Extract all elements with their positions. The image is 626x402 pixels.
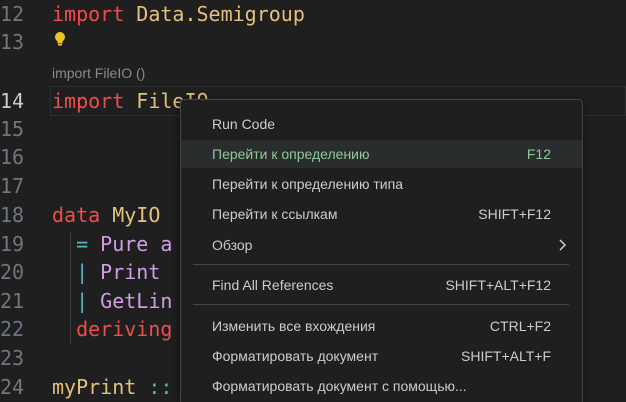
constructor-token: Pure a: [100, 232, 173, 256]
menu-item-label: Перейти к определению: [212, 146, 370, 162]
line-number: 24: [0, 375, 25, 399]
menu-item-run-code[interactable]: Run Code: [181, 110, 582, 138]
menu-item-label: Изменить все вхождения: [212, 318, 376, 334]
code-text[interactable]: | GetLin: [52, 287, 172, 315]
keyword-token: import: [52, 2, 137, 26]
code-text[interactable]: import Data.Semigroup: [52, 0, 305, 28]
menu-item-peek[interactable]: Обзор: [181, 231, 582, 259]
operator-token: ::: [148, 375, 173, 399]
code-text[interactable]: data MyIO: [52, 201, 160, 229]
codelens-hint[interactable]: import FileIO (): [52, 64, 145, 82]
code-text[interactable]: myPrint ::: [52, 373, 172, 401]
line-number: 19: [0, 232, 25, 256]
line-number: 12: [0, 2, 25, 26]
operator-token: =: [52, 232, 101, 256]
code-text[interactable]: = Pure a: [52, 230, 172, 258]
menu-separator: [193, 264, 569, 265]
line-number: 17: [0, 174, 25, 198]
line-number: 14: [0, 89, 25, 113]
keyword-token: import: [52, 89, 137, 113]
constructor-token: Print: [100, 260, 161, 284]
menu-item-format-document-with[interactable]: Форматировать документ с помощью...: [181, 372, 582, 400]
module-token: Data.Semigroup: [136, 2, 305, 26]
line-number: 18: [0, 203, 25, 227]
line-number: 23: [0, 346, 25, 370]
operator-token: |: [52, 289, 101, 313]
line-number: 22: [0, 317, 25, 341]
menu-item-shortcut: SHIFT+F12: [478, 206, 551, 222]
line-number: 21: [0, 289, 25, 313]
keyword-token: deriving: [52, 317, 173, 341]
code-text[interactable]: | Print: [52, 258, 160, 286]
menu-item-shortcut: SHIFT+ALT+F12: [445, 277, 551, 293]
menu-item-go-to-definition[interactable]: Перейти к определению F12: [181, 140, 582, 168]
menu-item-label: Обзор: [212, 237, 253, 253]
chevron-right-icon: [559, 239, 567, 251]
code-text[interactable]: deriving: [52, 315, 172, 343]
lightbulb-icon[interactable]: [53, 31, 67, 47]
line-number: 13: [0, 30, 25, 54]
menu-item-label: Форматировать документ: [212, 348, 379, 364]
menu-separator: [193, 304, 569, 305]
function-token: myPrint: [52, 375, 149, 399]
menu-item-go-to-type-definition[interactable]: Перейти к определению типа: [181, 170, 582, 198]
menu-item-shortcut: SHIFT+ALT+F: [461, 348, 551, 364]
menu-item-shortcut: F12: [526, 146, 551, 162]
code-line[interactable]: 12 import Data.Semigroup: [0, 0, 626, 28]
context-menu: Run Code Перейти к определению F12 Перей…: [180, 99, 583, 402]
line-number: 20: [0, 260, 25, 284]
code-line[interactable]: 13: [0, 28, 626, 56]
menu-item-label: Run Code: [212, 116, 276, 132]
menu-item-find-all-references[interactable]: Find All References SHIFT+ALT+F12: [181, 271, 582, 299]
menu-item-label: Find All References: [212, 277, 334, 293]
line-number: 16: [0, 145, 25, 169]
menu-item-shortcut: CTRL+F2: [489, 318, 551, 334]
type-token: MyIO: [112, 203, 161, 227]
menu-item-label: Перейти к ссылкам: [212, 206, 338, 222]
keyword-token: data: [52, 203, 113, 227]
menu-item-label: Перейти к определению типа: [212, 176, 403, 192]
line-number: 15: [0, 117, 25, 141]
menu-item-go-to-references[interactable]: Перейти к ссылкам SHIFT+F12: [181, 200, 582, 228]
operator-token: |: [52, 260, 101, 284]
menu-item-label: Форматировать документ с помощью...: [212, 378, 467, 394]
menu-item-format-document[interactable]: Форматировать документ SHIFT+ALT+F: [181, 342, 582, 370]
menu-item-change-all-occurrences[interactable]: Изменить все вхождения CTRL+F2: [181, 312, 582, 340]
constructor-token: GetLin: [100, 289, 173, 313]
